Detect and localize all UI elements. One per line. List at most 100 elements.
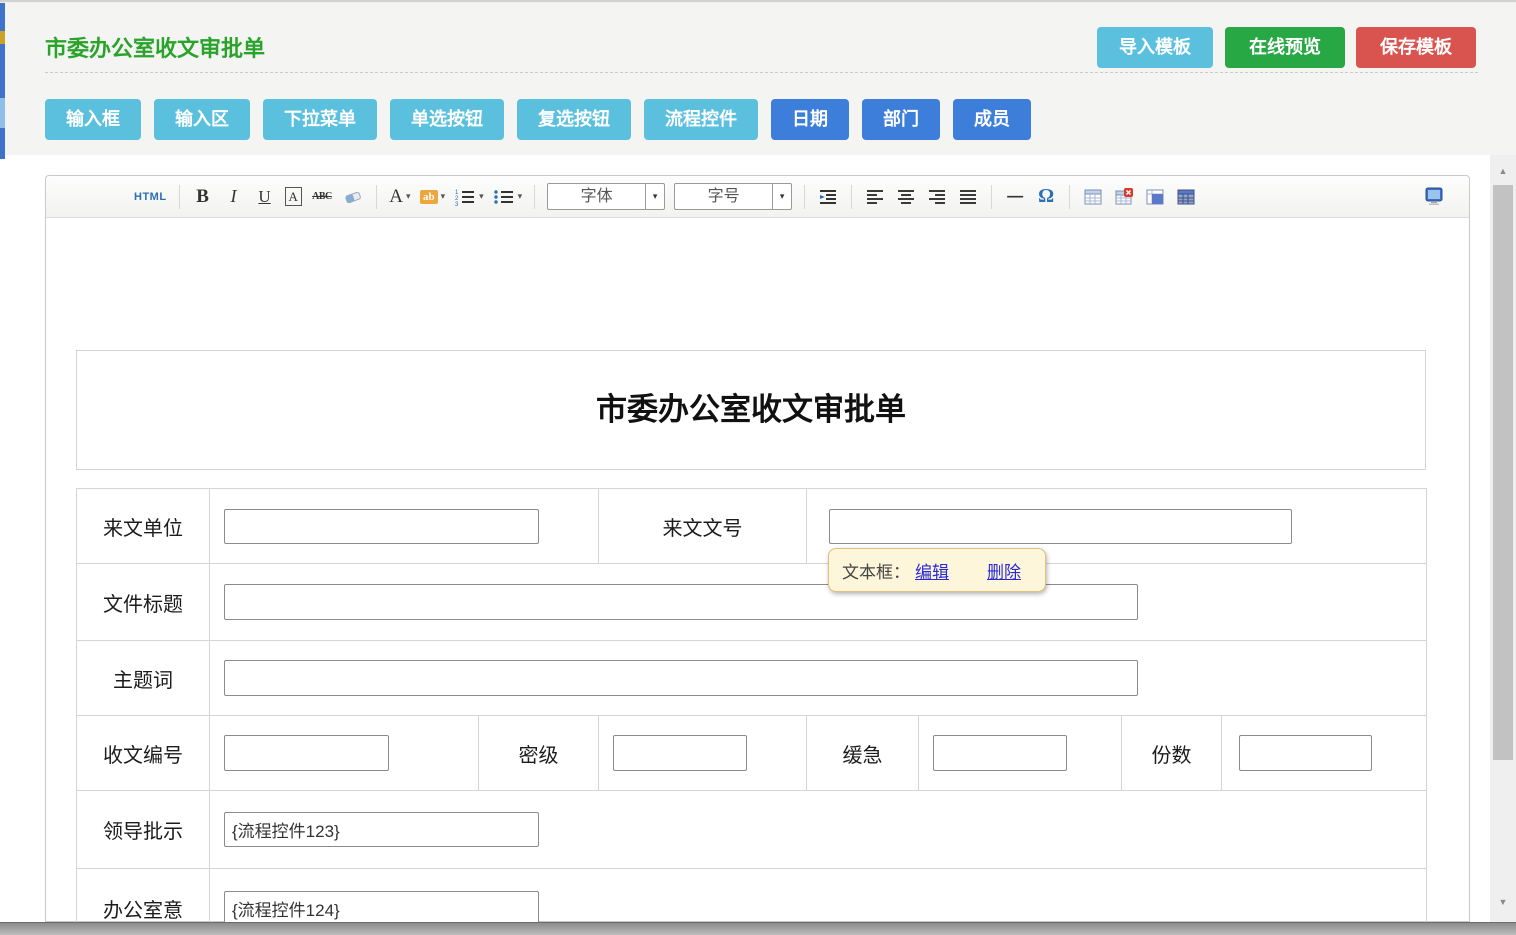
dashed-divider [45, 72, 1478, 73]
scroll-down-arrow-icon[interactable]: ▼ [1490, 892, 1516, 912]
indent-button[interactable] [817, 183, 839, 211]
align-justify-icon [959, 189, 977, 205]
copies-input[interactable] [1239, 735, 1372, 771]
align-right-icon [928, 189, 946, 205]
urgency-input[interactable] [933, 735, 1067, 771]
cell-urgency [919, 716, 1122, 791]
toolbar-separator [804, 185, 805, 209]
toolbar-separator [179, 185, 180, 209]
label-secrecy-level: 密级 [479, 716, 599, 791]
table-row: 来文单位 来文文号 [77, 489, 1427, 564]
cell-copies [1222, 716, 1427, 791]
table-row: 主题词 [77, 641, 1427, 716]
editor-toolbar: HTML B I U A ABC A [46, 176, 1469, 218]
scrollbar-thumb[interactable] [1493, 185, 1513, 760]
font-size-select[interactable]: 字号 ▾ [674, 183, 792, 210]
bold-button[interactable]: B [192, 183, 214, 211]
label-incoming-unit: 来文单位 [77, 489, 210, 564]
widget-button-member[interactable]: 成员 [953, 99, 1031, 140]
cell-subject-words [210, 641, 1427, 716]
highlight-color-button[interactable]: ab ▾ [420, 183, 445, 211]
chevron-down-icon: ▾ [441, 191, 446, 202]
underline-button[interactable]: U [254, 183, 276, 211]
import-template-button[interactable]: 导入模板 [1097, 27, 1213, 68]
align-left-button[interactable] [864, 183, 886, 211]
strip-mark [0, 31, 5, 44]
font-style-button[interactable]: A [285, 187, 302, 206]
table-properties-icon [1177, 188, 1195, 206]
page: 市委办公室收文审批单 导入模板 在线预览 保存模板 输入框 输入区 下拉菜单 单… [0, 0, 1516, 935]
remove-format-button[interactable] [342, 183, 364, 211]
ordered-list-button[interactable]: 1 2 3 ▾ [454, 183, 484, 211]
editor-document[interactable]: 市委办公室收文审批单 来文单位 来文文号 [46, 350, 1469, 935]
cell-secrecy-level [599, 716, 807, 791]
align-center-button[interactable] [895, 183, 917, 211]
secrecy-level-input[interactable] [613, 735, 747, 771]
insert-table-button[interactable] [1082, 183, 1104, 211]
toolbar-separator [991, 185, 992, 209]
edit-field-link[interactable]: 编辑 [915, 558, 949, 583]
fullscreen-button[interactable] [1423, 183, 1445, 211]
incoming-unit-input[interactable] [224, 509, 539, 544]
field-action-tooltip: 文本框： 编辑 删除 [828, 548, 1046, 592]
font-family-select[interactable]: 字体 ▾ [547, 183, 665, 210]
table-icon [1084, 188, 1102, 206]
online-preview-button[interactable]: 在线预览 [1225, 27, 1345, 68]
horizontal-rule-button[interactable]: — [1004, 183, 1026, 211]
source-code-button[interactable]: HTML [134, 183, 167, 211]
label-urgency: 缓急 [807, 716, 919, 791]
special-character-button[interactable]: Ω [1035, 183, 1057, 211]
table-row: 文件标题 [77, 564, 1427, 641]
chevron-down-icon: ▾ [518, 191, 523, 202]
monitor-icon [1424, 187, 1444, 206]
scroll-up-arrow-icon[interactable]: ▲ [1490, 161, 1516, 181]
align-right-button[interactable] [926, 183, 948, 211]
chevron-down-icon: ▾ [479, 191, 484, 202]
toolbar-separator [851, 185, 852, 209]
widget-button-department[interactable]: 部门 [862, 99, 940, 140]
chevron-down-icon: ▾ [645, 184, 664, 209]
cell-incoming-unit [210, 489, 599, 564]
widget-button-input-box[interactable]: 输入框 [45, 99, 141, 140]
subject-words-input[interactable] [224, 660, 1138, 696]
widget-button-flow-control[interactable]: 流程控件 [644, 99, 758, 140]
delete-table-button[interactable] [1113, 183, 1135, 211]
incoming-doc-number-input[interactable] [829, 509, 1292, 544]
align-justify-button[interactable] [957, 183, 979, 211]
label-subject-words: 主题词 [77, 641, 210, 716]
widget-button-radio[interactable]: 单选按钮 [390, 99, 504, 140]
toolbar-separator [534, 185, 535, 209]
strikethrough-button[interactable]: ABC [311, 183, 333, 211]
vertical-scrollbar[interactable]: ▲ ▼ [1490, 155, 1516, 922]
eraser-icon [343, 189, 363, 205]
italic-button[interactable]: I [223, 183, 245, 211]
widget-button-dropdown[interactable]: 下拉菜单 [263, 99, 377, 140]
highlight-chip: ab [420, 190, 438, 204]
label-copies: 份数 [1122, 716, 1222, 791]
widget-button-input-area[interactable]: 输入区 [154, 99, 250, 140]
page-header: 市委办公室收文审批单 导入模板 在线预览 保存模板 输入框 输入区 下拉菜单 单… [0, 3, 1516, 155]
table-cell-properties-button[interactable] [1144, 183, 1166, 211]
table-properties-button[interactable] [1175, 183, 1197, 211]
unordered-list-button[interactable]: ▾ [493, 183, 523, 211]
font-family-label: 字体 [548, 184, 645, 209]
office-opinion-input[interactable] [224, 891, 539, 926]
form-table: 来文单位 来文文号 文件标题 [76, 488, 1427, 935]
ordered-list-icon: 1 2 3 [454, 188, 476, 206]
font-color-button[interactable]: A ▾ [389, 183, 411, 211]
receipt-number-input[interactable] [224, 735, 389, 771]
table-row: 收文编号 密级 缓急 份数 [77, 716, 1427, 791]
table-cell-icon [1146, 188, 1164, 206]
label-document-title: 文件标题 [77, 564, 210, 641]
leader-comments-input[interactable] [224, 812, 539, 847]
delete-field-link[interactable]: 删除 [987, 558, 1021, 583]
table-row: 领导批示 [77, 791, 1427, 869]
cell-leader-comments [210, 791, 1427, 869]
save-template-button[interactable]: 保存模板 [1356, 27, 1476, 68]
cell-receipt-number [210, 716, 479, 791]
font-size-label: 字号 [675, 184, 772, 209]
widget-button-date[interactable]: 日期 [771, 99, 849, 140]
tooltip-label: 文本框： [842, 558, 910, 583]
align-left-icon [866, 189, 884, 205]
widget-button-checkbox[interactable]: 复选按钮 [517, 99, 631, 140]
